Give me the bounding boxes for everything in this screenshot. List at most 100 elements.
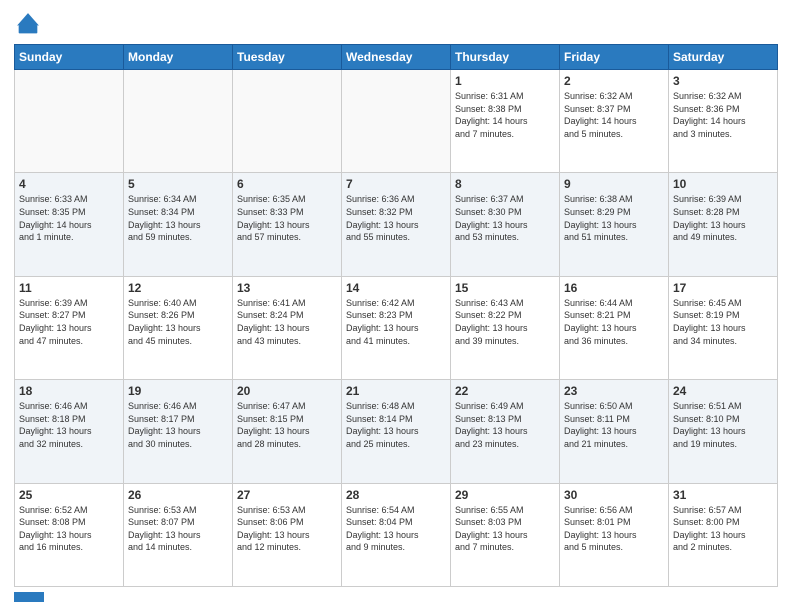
day-info: Sunrise: 6:46 AM Sunset: 8:18 PM Dayligh… (19, 400, 119, 450)
calendar-day-cell: 1 Sunrise: 6:31 AM Sunset: 8:38 PM Daylig… (451, 70, 560, 173)
calendar-day-cell: 30 Sunrise: 6:56 AM Sunset: 8:01 PM Dayli… (560, 483, 669, 586)
day-info: Sunrise: 6:53 AM Sunset: 8:06 PM Dayligh… (237, 504, 337, 554)
calendar-day-cell (342, 70, 451, 173)
calendar-day-cell: 18 Sunrise: 6:46 AM Sunset: 8:18 PM Dayli… (15, 380, 124, 483)
day-info: Sunrise: 6:31 AM Sunset: 8:38 PM Dayligh… (455, 90, 555, 140)
day-number: 12 (128, 281, 228, 295)
calendar-day-cell: 22 Sunrise: 6:49 AM Sunset: 8:13 PM Dayli… (451, 380, 560, 483)
daylight-bar-icon (14, 592, 44, 602)
day-number: 20 (237, 384, 337, 398)
day-info: Sunrise: 6:55 AM Sunset: 8:03 PM Dayligh… (455, 504, 555, 554)
day-info: Sunrise: 6:51 AM Sunset: 8:10 PM Dayligh… (673, 400, 773, 450)
calendar-day-cell: 10Sunrise: 6:39 AM Sunset: 8:28 PM Dayli… (669, 173, 778, 276)
calendar-day-cell: 5 Sunrise: 6:34 AM Sunset: 8:34 PM Daylig… (124, 173, 233, 276)
calendar-day-cell: 12 Sunrise: 6:40 AM Sunset: 8:26 PM Dayli… (124, 276, 233, 379)
page-container: SundayMondayTuesdayWednesdayThursdayFrid… (0, 0, 792, 612)
day-number: 28 (346, 488, 446, 502)
day-number: 21 (346, 384, 446, 398)
day-info: Sunrise: 6:35 AM Sunset: 8:33 PM Dayligh… (237, 193, 337, 243)
day-number: 13 (237, 281, 337, 295)
day-info: Sunrise: 6:41 AM Sunset: 8:24 PM Dayligh… (237, 297, 337, 347)
calendar-day-cell: 17 Sunrise: 6:45 AM Sunset: 8:19 PM Dayli… (669, 276, 778, 379)
calendar-header-monday: Monday (124, 45, 233, 70)
day-number: 1 (455, 74, 555, 88)
calendar-day-cell: 2Sunrise: 6:32 AM Sunset: 8:37 PM Daylig… (560, 70, 669, 173)
day-info: Sunrise: 6:42 AM Sunset: 8:23 PM Dayligh… (346, 297, 446, 347)
day-info: Sunrise: 6:57 AM Sunset: 8:00 PM Dayligh… (673, 504, 773, 554)
day-info: Sunrise: 6:36 AM Sunset: 8:32 PM Dayligh… (346, 193, 446, 243)
day-number: 27 (237, 488, 337, 502)
day-number: 22 (455, 384, 555, 398)
day-info: Sunrise: 6:54 AM Sunset: 8:04 PM Dayligh… (346, 504, 446, 554)
calendar-day-cell: 31 Sunrise: 6:57 AM Sunset: 8:00 PM Dayli… (669, 483, 778, 586)
calendar-day-cell: 9Sunrise: 6:38 AM Sunset: 8:29 PM Daylig… (560, 173, 669, 276)
day-number: 15 (455, 281, 555, 295)
calendar-header-sunday: Sunday (15, 45, 124, 70)
day-number: 30 (564, 488, 664, 502)
calendar-day-cell: 19Sunrise: 6:46 AM Sunset: 8:17 PM Dayli… (124, 380, 233, 483)
header (14, 10, 778, 38)
day-info: Sunrise: 6:53 AM Sunset: 8:07 PM Dayligh… (128, 504, 228, 554)
day-number: 23 (564, 384, 664, 398)
day-info: Sunrise: 6:40 AM Sunset: 8:26 PM Dayligh… (128, 297, 228, 347)
day-info: Sunrise: 6:44 AM Sunset: 8:21 PM Dayligh… (564, 297, 664, 347)
day-info: Sunrise: 6:47 AM Sunset: 8:15 PM Dayligh… (237, 400, 337, 450)
day-number: 14 (346, 281, 446, 295)
calendar-day-cell: 23 Sunrise: 6:50 AM Sunset: 8:11 PM Dayli… (560, 380, 669, 483)
day-number: 9 (564, 177, 664, 191)
calendar-week-row: 18 Sunrise: 6:46 AM Sunset: 8:18 PM Dayli… (15, 380, 778, 483)
day-info: Sunrise: 6:49 AM Sunset: 8:13 PM Dayligh… (455, 400, 555, 450)
day-number: 18 (19, 384, 119, 398)
calendar-header-tuesday: Tuesday (233, 45, 342, 70)
day-info: Sunrise: 6:45 AM Sunset: 8:19 PM Dayligh… (673, 297, 773, 347)
calendar-header-wednesday: Wednesday (342, 45, 451, 70)
day-info: Sunrise: 6:39 AM Sunset: 8:27 PM Dayligh… (19, 297, 119, 347)
calendar-day-cell: 21 Sunrise: 6:48 AM Sunset: 8:14 PM Dayli… (342, 380, 451, 483)
day-number: 5 (128, 177, 228, 191)
calendar-day-cell: 16 Sunrise: 6:44 AM Sunset: 8:21 PM Dayli… (560, 276, 669, 379)
day-info: Sunrise: 6:32 AM Sunset: 8:37 PM Dayligh… (564, 90, 664, 140)
day-info: Sunrise: 6:34 AM Sunset: 8:34 PM Dayligh… (128, 193, 228, 243)
footer (14, 592, 778, 602)
calendar-table: SundayMondayTuesdayWednesdayThursdayFrid… (14, 44, 778, 587)
calendar-day-cell: 11Sunrise: 6:39 AM Sunset: 8:27 PM Dayli… (15, 276, 124, 379)
calendar-day-cell: 24 Sunrise: 6:51 AM Sunset: 8:10 PM Dayli… (669, 380, 778, 483)
day-number: 19 (128, 384, 228, 398)
day-info: Sunrise: 6:37 AM Sunset: 8:30 PM Dayligh… (455, 193, 555, 243)
calendar-header-friday: Friday (560, 45, 669, 70)
calendar-day-cell: 6 Sunrise: 6:35 AM Sunset: 8:33 PM Daylig… (233, 173, 342, 276)
logo-icon (14, 10, 42, 38)
day-number: 31 (673, 488, 773, 502)
day-number: 17 (673, 281, 773, 295)
day-number: 7 (346, 177, 446, 191)
day-info: Sunrise: 6:48 AM Sunset: 8:14 PM Dayligh… (346, 400, 446, 450)
calendar-day-cell: 13 Sunrise: 6:41 AM Sunset: 8:24 PM Dayli… (233, 276, 342, 379)
calendar-day-cell: 29Sunrise: 6:55 AM Sunset: 8:03 PM Dayli… (451, 483, 560, 586)
logo (14, 10, 46, 38)
day-info: Sunrise: 6:43 AM Sunset: 8:22 PM Dayligh… (455, 297, 555, 347)
day-number: 24 (673, 384, 773, 398)
calendar-week-row: 1 Sunrise: 6:31 AM Sunset: 8:38 PM Daylig… (15, 70, 778, 173)
day-number: 4 (19, 177, 119, 191)
calendar-day-cell: 27 Sunrise: 6:53 AM Sunset: 8:06 PM Dayli… (233, 483, 342, 586)
day-info: Sunrise: 6:50 AM Sunset: 8:11 PM Dayligh… (564, 400, 664, 450)
calendar-day-cell: 15 Sunrise: 6:43 AM Sunset: 8:22 PM Dayli… (451, 276, 560, 379)
day-info: Sunrise: 6:56 AM Sunset: 8:01 PM Dayligh… (564, 504, 664, 554)
calendar-day-cell: 7 Sunrise: 6:36 AM Sunset: 8:32 PM Daylig… (342, 173, 451, 276)
calendar-header-row: SundayMondayTuesdayWednesdayThursdayFrid… (15, 45, 778, 70)
day-number: 10 (673, 177, 773, 191)
day-number: 25 (19, 488, 119, 502)
calendar-day-cell: 20 Sunrise: 6:47 AM Sunset: 8:15 PM Dayli… (233, 380, 342, 483)
day-number: 16 (564, 281, 664, 295)
day-info: Sunrise: 6:33 AM Sunset: 8:35 PM Dayligh… (19, 193, 119, 243)
calendar-week-row: 11Sunrise: 6:39 AM Sunset: 8:27 PM Dayli… (15, 276, 778, 379)
day-number: 6 (237, 177, 337, 191)
day-number: 3 (673, 74, 773, 88)
day-number: 26 (128, 488, 228, 502)
calendar-day-cell (233, 70, 342, 173)
day-info: Sunrise: 6:32 AM Sunset: 8:36 PM Dayligh… (673, 90, 773, 140)
calendar-day-cell: 8Sunrise: 6:37 AM Sunset: 8:30 PM Daylig… (451, 173, 560, 276)
calendar-day-cell (124, 70, 233, 173)
day-info: Sunrise: 6:52 AM Sunset: 8:08 PM Dayligh… (19, 504, 119, 554)
calendar-week-row: 4 Sunrise: 6:33 AM Sunset: 8:35 PM Daylig… (15, 173, 778, 276)
